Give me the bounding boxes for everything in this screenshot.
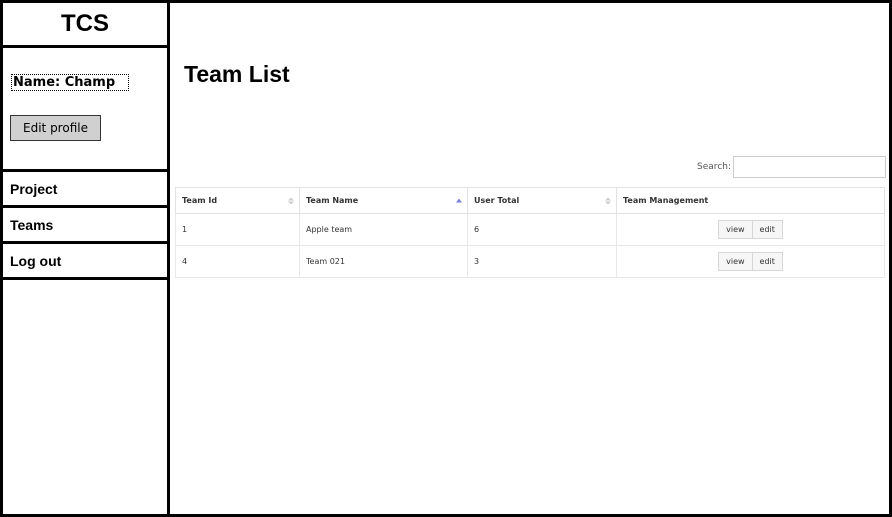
edit-profile-button[interactable]: Edit profile [10, 115, 101, 141]
column-header-user-total[interactable]: User Total [467, 187, 617, 214]
profile-panel: Name: Champ Edit profile [3, 48, 167, 172]
cell-team-name: Apple team [299, 213, 468, 246]
column-header-team-management: Team Management [616, 187, 885, 214]
user-name-label: Name: Champ [11, 74, 129, 91]
sort-icon [288, 197, 294, 204]
cell-team-name: Team 021 [299, 245, 468, 278]
nav-item-logout[interactable]: Log out [3, 244, 167, 280]
sort-ascending-icon [456, 198, 462, 203]
cell-team-management: view edit [616, 213, 885, 246]
nav-item-teams[interactable]: Teams [3, 208, 167, 244]
table-header-row: Team Id Team Name User Total Team Manage… [175, 187, 885, 214]
column-header-label: Team Management [623, 196, 709, 205]
cell-team-id: 1 [175, 213, 300, 246]
cell-user-total: 6 [467, 213, 617, 246]
edit-button[interactable]: edit [752, 252, 783, 271]
brand-logo: TCS [3, 3, 167, 48]
column-header-label: Team Name [306, 196, 359, 205]
nav-item-project[interactable]: Project [3, 172, 167, 208]
sort-icon [605, 197, 611, 204]
view-button[interactable]: view [718, 220, 753, 239]
column-header-team-id[interactable]: Team Id [175, 187, 300, 214]
page-title: Team List [184, 61, 290, 87]
main-content: Team List Search: Team Id Team Name User… [170, 3, 889, 514]
search-label: Search: [697, 162, 731, 172]
cell-team-management: view edit [616, 245, 885, 278]
sidebar: TCS Name: Champ Edit profile Project Tea… [3, 3, 170, 514]
team-table: Team Id Team Name User Total Team Manage… [175, 187, 885, 278]
table-row: 4 Team 021 3 view edit [175, 245, 885, 278]
column-header-label: Team Id [182, 196, 218, 205]
cell-team-id: 4 [175, 245, 300, 278]
column-header-team-name[interactable]: Team Name [299, 187, 468, 214]
view-button[interactable]: view [718, 252, 753, 271]
column-header-label: User Total [474, 196, 520, 205]
edit-button[interactable]: edit [752, 220, 783, 239]
action-button-group: view edit [623, 220, 878, 239]
app-window: TCS Name: Champ Edit profile Project Tea… [0, 0, 892, 517]
cell-user-total: 3 [467, 245, 617, 278]
action-button-group: view edit [623, 252, 878, 271]
search-bar: Search: [697, 156, 886, 178]
table-row: 1 Apple team 6 view edit [175, 213, 885, 246]
search-input[interactable] [733, 156, 886, 178]
